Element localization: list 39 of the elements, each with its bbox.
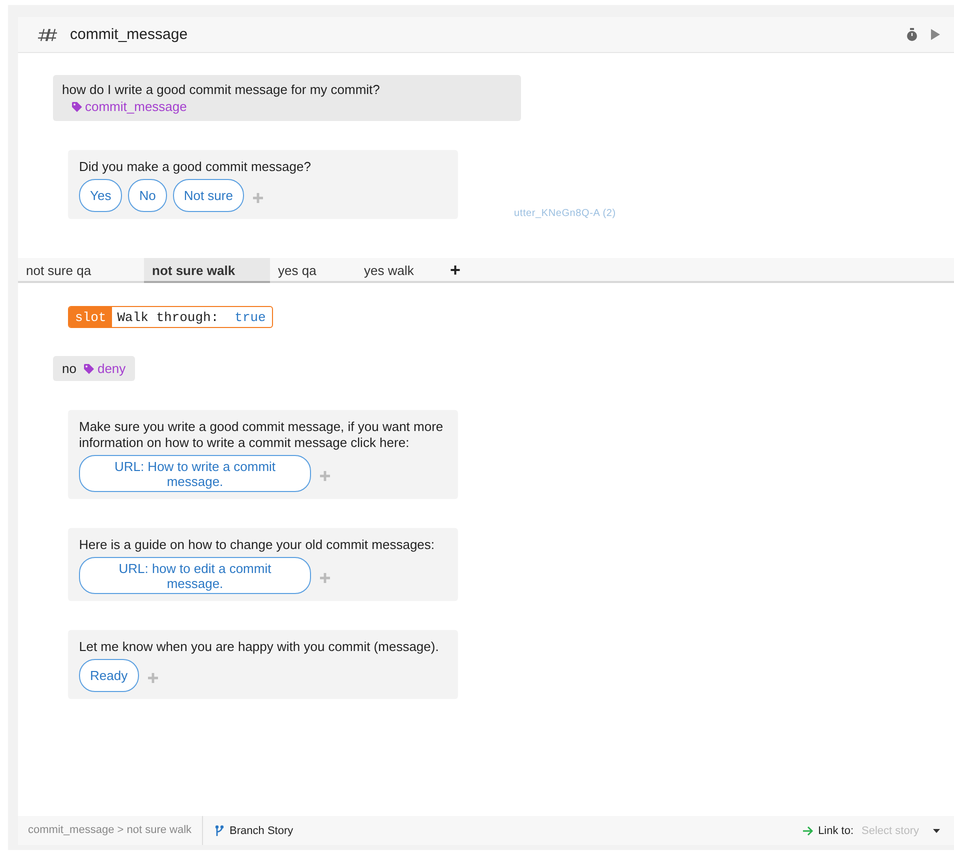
branch-tab[interactable]: not sure qa <box>18 258 144 281</box>
message-text: no <box>62 361 76 376</box>
message-text: Did you make a good commit message? <box>79 159 312 175</box>
caret-icon <box>933 828 940 832</box>
branch-icon <box>214 825 224 836</box>
intent-label[interactable]: commit_message <box>85 99 187 114</box>
quick-reply-button[interactable]: URL: How to write a commit message. <box>79 455 311 492</box>
quick-reply-button[interactable]: Not sure <box>172 179 244 212</box>
slot-value: true <box>234 310 267 324</box>
play-icon <box>930 29 940 40</box>
link-label: Link to: <box>818 824 854 836</box>
branch-tab[interactable]: yes qa <box>270 258 356 281</box>
tag-icon <box>84 364 94 374</box>
quick-reply-button[interactable]: No <box>128 179 167 212</box>
message-text: how do I write a good commit message for my commit? <box>62 82 381 97</box>
stopwatch-icon <box>906 28 918 41</box>
message-text: Here is a guide on how to change your old commit messages: <box>79 537 436 553</box>
plus-icon <box>146 672 159 684</box>
intent-label[interactable]: deny <box>97 361 126 376</box>
hash-icon <box>38 28 58 42</box>
quick-reply-button[interactable]: URL: how to edit a commit message. <box>79 557 311 594</box>
response-name: utter_KNeGn8Q-A (2) <box>514 208 616 219</box>
tag-icon <box>72 102 82 112</box>
slot-tag: slot <box>69 307 112 327</box>
story-title: commit_message <box>70 26 188 43</box>
message-text: Let me know when you are happy with you commit (message). <box>79 639 440 655</box>
message-text: Make sure you write a good commit message, if you want more information on how to write a commit message click here: <box>79 419 444 451</box>
breadcrumb: commit_message > not sure walk <box>18 816 203 845</box>
quick-reply-button[interactable]: Ready <box>79 659 139 692</box>
quick-reply-button[interactable]: Yes <box>79 179 122 212</box>
add-branch-button[interactable]: + <box>442 258 469 281</box>
branch-story-button[interactable]: Branch Story <box>202 824 306 836</box>
plus-icon <box>319 572 331 584</box>
plus-icon <box>319 470 331 482</box>
plus-icon <box>252 192 264 204</box>
branch-tab[interactable]: not sure walk <box>144 258 270 283</box>
arrow-icon <box>803 826 814 836</box>
branch-tab[interactable]: yes walk <box>356 258 442 281</box>
slot-name: Walk through: <box>116 310 220 324</box>
